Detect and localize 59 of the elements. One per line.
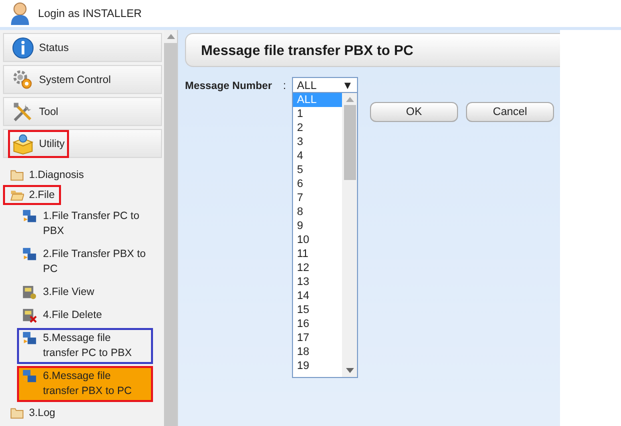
nav-button[interactable]: Status: [3, 33, 162, 62]
dialog-button[interactable]: Cancel: [466, 102, 554, 122]
dropdown-option[interactable]: 19: [293, 359, 342, 373]
dropdown-option[interactable]: 2: [293, 121, 342, 135]
dropdown-option[interactable]: 12: [293, 261, 342, 275]
dropdown-option[interactable]: 5: [293, 163, 342, 177]
dropdown-option[interactable]: 6: [293, 177, 342, 191]
dropdown-option[interactable]: 7: [293, 191, 342, 205]
info-icon: [12, 36, 34, 58]
computer-icon: [22, 209, 37, 224]
dropdown-option[interactable]: 18: [293, 345, 342, 359]
colon-text: :: [283, 80, 288, 92]
tools-icon: [12, 100, 34, 122]
scrollbar[interactable]: [342, 93, 357, 377]
nav-button[interactable]: Tool: [3, 97, 162, 126]
login-text: Login as INSTALLER: [38, 8, 142, 20]
open-folder-icon: [10, 189, 24, 201]
scroll-down-icon[interactable]: [346, 368, 354, 373]
dropdown-option[interactable]: 10: [293, 233, 342, 247]
delete-file-icon: [22, 308, 37, 323]
scroll-up-icon[interactable]: [346, 97, 354, 102]
dropdown-option[interactable]: 8: [293, 205, 342, 219]
dropdown-option[interactable]: 16: [293, 317, 342, 331]
tree-item[interactable]: 5.Message file transfer PC to PBX: [17, 328, 153, 364]
tree-item[interactable]: 4.File Delete: [17, 305, 153, 326]
dropdown-option[interactable]: 4: [293, 149, 342, 163]
dropdown-option[interactable]: 15: [293, 303, 342, 317]
dropdown-option[interactable]: 1: [293, 107, 342, 121]
tree-item[interactable]: 2.File Transfer PBX to PC: [17, 244, 153, 280]
highlight-frame: Utility: [8, 130, 69, 158]
computer-icon: [22, 331, 37, 346]
user-icon: [10, 2, 30, 26]
dropdown-option[interactable]: 17: [293, 331, 342, 345]
dropdown-option[interactable]: 11: [293, 247, 342, 261]
scroll-thumb[interactable]: [344, 105, 356, 180]
nav-button[interactable]: System Control: [3, 65, 162, 94]
document-icon: [22, 285, 37, 300]
tree-folder[interactable]: 2.File: [3, 185, 61, 205]
dropdown-option[interactable]: 9: [293, 219, 342, 233]
nav-button[interactable]: Utility: [3, 129, 162, 158]
page-title: Message file transfer PBX to PC: [185, 33, 560, 67]
folder-icon: [10, 169, 24, 181]
dropdown-option[interactable]: 3: [293, 135, 342, 149]
tree-item[interactable]: 1.File Transfer PC to PBX: [17, 206, 153, 242]
computer-icon: [22, 369, 37, 384]
gear-icon: [12, 68, 34, 90]
tree-folder[interactable]: 1.Diagnosis: [3, 165, 90, 185]
dialog-button[interactable]: OK: [370, 102, 458, 122]
scrollbar[interactable]: [164, 30, 177, 426]
tree-item[interactable]: 6.Message file transfer PBX to PC: [17, 366, 153, 402]
scroll-up-icon[interactable]: [166, 34, 175, 39]
computer-icon: [22, 247, 37, 262]
dropdown-option[interactable]: 14: [293, 289, 342, 303]
box-icon: [12, 132, 34, 154]
folder-icon: [10, 407, 24, 419]
field-label: Message Number: [185, 80, 273, 92]
tree-folder[interactable]: 3.Log: [3, 403, 62, 423]
dropdown-option[interactable]: 13: [293, 275, 342, 289]
tree-item[interactable]: 3.File View: [17, 282, 153, 303]
